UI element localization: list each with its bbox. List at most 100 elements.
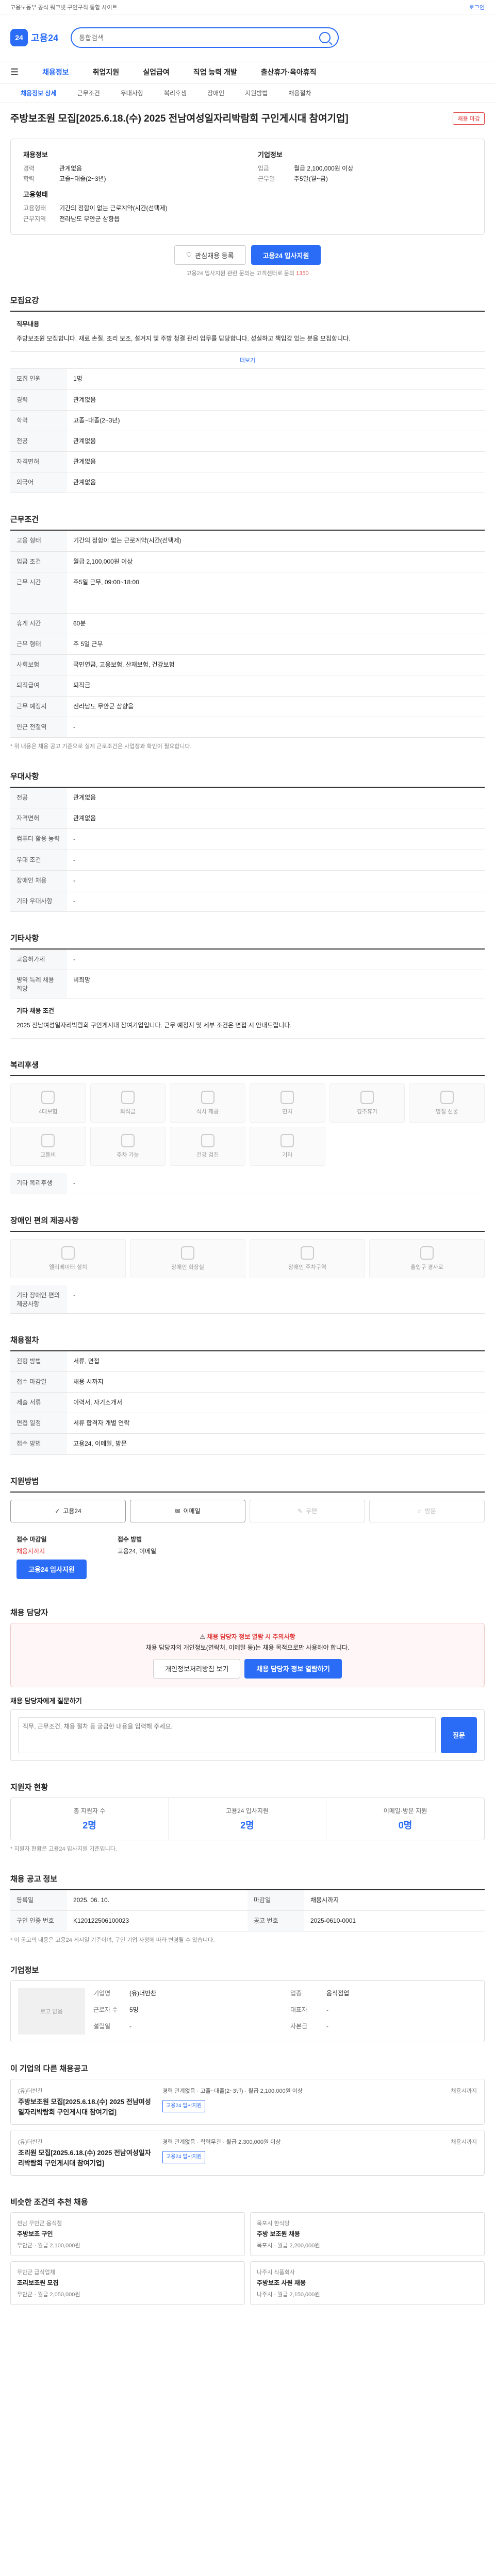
lnb-item-apply[interactable]: 지원방법 [245,89,268,97]
search-icon[interactable] [319,32,331,43]
warning-icon: ⚠ [200,1633,206,1640]
more-link[interactable]: 더보기 [10,352,485,369]
summary-left-title: 채용정보 [23,150,48,159]
job-description: 직무내용 주방보조원 모집합니다. 재료 손질, 조리 보조, 설거지 및 주방… [10,312,485,352]
recommend-card[interactable]: 전남 무안군 음식점 주방보조 구인 무안군 · 월급 2,100,000원 [10,2212,245,2257]
section-notice-info: 채용 공고 정보 등록일 2025. 06. 10. 마감일 채용시까지 구인 인증 … [10,1868,485,1944]
other-description: 기타 채용 조건 2025 전남여성일자리박람회 구인게시대 참여기업입니다. … [10,998,485,1039]
section-other: 기타사항 고용허가제 - 병역 특례 채용 희망 비희망 기타 채용 조건 2025… [10,927,485,1039]
section-title: 기타사항 [10,934,39,943]
section-recruit: 모집요강 직무내용 주방보조원 모집합니다. 재료 손질, 조리 보조, 설거지… [10,290,485,494]
logo-mark: 24 [10,29,28,46]
stat-item: 총 지원자 수 2명 [11,1798,169,1840]
recommend-card[interactable]: 무안군 급식업체 조리보조원 모집 무안군 · 월급 2,050,000원 [10,2261,245,2306]
info-row: 전형 방법 서류, 면접 [10,1351,485,1372]
company-row: 업종 음식점업 [290,1990,350,1997]
section-title: 기업정보 [10,1966,39,1975]
login-link[interactable]: 로그인 [469,3,485,11]
site-logo[interactable]: 24 고용24 [10,29,58,46]
section-company: 기업정보 로고 없음 기업명 (유)더반찬 업종 음식점업 근로자 수 5명 대표자 -… [10,1959,485,2043]
apply-button[interactable]: 고용24 입사지원 [251,245,321,265]
job-card[interactable]: (유)더반찬 주방보조원 모집[2025.6.18.(수) 2025 전남여성일… [10,2079,485,2125]
apply-method-visit: ⌂ 방문 [369,1499,485,1522]
gnb-item-support[interactable]: 취업지원 [93,67,120,77]
apply-method-email[interactable]: ✉ 이메일 [130,1499,245,1522]
lnb-item-disability[interactable]: 장애인 [207,89,224,97]
apply-button-bottom[interactable]: 고용24 입사지원 [16,1559,87,1579]
ramp-icon [420,1246,434,1260]
lnb-item-prefer[interactable]: 우대사항 [121,89,143,97]
privacy-policy-button[interactable]: 개인정보처리방침 보기 [153,1658,241,1679]
search-input[interactable] [79,33,320,42]
welfare-item: 건강 검진 [170,1127,245,1166]
info-row: 구인 인증 번호 K120122506100023 공고 번호 2025-0610-0… [10,1910,485,1932]
section-title: 지원자 현황 [10,1783,48,1792]
info-row: 장애인 채용 - [10,870,485,891]
scrap-button[interactable]: ♡ 관심채용 등록 [174,245,246,265]
mail-icon: ✉ [175,1507,180,1515]
top-notice-text: 고용노동부 공식 워크넷 구인구직 통합 사이트 [10,4,118,11]
apply-detail: 접수 마감일 채용시까지 고용24 입사지원 접수 방법 고용24, 이메일 [10,1530,485,1586]
job-summary: 채용정보 경력 관계없음 학력 고졸~대졸(2~3년) 기업정보 임금 월급 2,10… [10,138,485,235]
summary-row: 근무지역 전라남도 무안군 삼향읍 [23,215,120,223]
info-row: 면접 일정 서류 합격자 개별 연락 [10,1413,485,1434]
parking-icon [301,1246,314,1260]
recommend-card[interactable]: 나주시 식품회사 주방보조 사원 채용 나주시 · 월급 2,150,000원 [250,2261,485,2306]
summary-row: 임금 월급 2,100,000원 이상 [258,164,354,172]
section-title: 채용 공고 정보 [10,1874,58,1884]
info-row: 자격면허 관계없음 [10,808,485,829]
gnb-item-leave[interactable]: 출산휴가·육아휴직 [261,67,317,77]
section-apply: 지원방법 ✓ 고용24 ✉ 이메일 ✎ 우편 ⌂ 방문 접수 마감일 채용시까지 고용2… [10,1470,485,1586]
help-phone-link[interactable]: 1350 [296,270,308,277]
contact-warning: ⚠ 채용 담당자 정보 열람 시 주의사항 채용 담당자의 개인정보(연락처, … [10,1622,485,1687]
info-row: 퇴직급여 퇴직금 [10,675,485,697]
summary-row: 경력 관계없음 [23,164,82,172]
view-contact-button[interactable]: 채용 담당자 정보 열람하기 [244,1658,342,1679]
gnb-item-benefit[interactable]: 실업급여 [143,67,170,77]
info-row: 휴게 시간 60분 [10,613,485,635]
info-row: 기타 우대사항 - [10,891,485,912]
insurance-icon [41,1091,55,1105]
menu-icon[interactable]: ☰ [10,67,19,78]
stat-item: 고용24 입사지원 2명 [169,1798,326,1840]
qa-textarea[interactable] [18,1717,436,1753]
stat-item: 이메일·방문 지원 0명 [383,1807,427,1831]
apply-method-work24[interactable]: ✓ 고용24 [10,1499,126,1522]
gnb-item-jobs[interactable]: 채용정보 [42,67,69,77]
apply-methods: ✓ 고용24 ✉ 이메일 ✎ 우편 ⌂ 방문 [10,1493,485,1530]
section-title: 지원방법 [10,1477,39,1486]
info-row: 기타 복리후생 - [10,1173,485,1194]
info-row: 전공 관계없음 [10,431,485,452]
info-row: 기타 장애인 편의 제공사항 - [10,1285,485,1314]
job-card[interactable]: (유)더반찬 조리원 모집[2025.6.18.(수) 2025 전남여성일자리… [10,2130,485,2176]
bus-icon [41,1134,55,1148]
lnb-item-conditions[interactable]: 근무조건 [77,89,100,97]
job-title: 주방보조원 모집[2025.6.18.(수) 2025 전남여성일자리박람회 구… [10,113,349,124]
lnb-item-detail[interactable]: 채용정보 상세 [21,89,57,97]
work-note: * 위 내용은 채용 공고 기준으로 실제 근로조건은 사업장과 확인이 필요합… [10,743,192,750]
section-disability: 장애인 편의 제공사항 엘리베이터 설치 장애인 화장실 장애인 주차구역 출입… [10,1210,485,1314]
info-row: 근무 시간 주5일 근무, 09:00~18:00 [10,572,485,614]
info-row: 외국어 관계없음 [10,472,485,494]
recommend-card[interactable]: 목포시 한식당 주방 보조원 채용 목포시 · 월급 2,200,000원 [250,2212,485,2257]
company-row: 기업명 (유)더반찬 [93,1990,157,1997]
section-title: 근무조건 [10,515,39,524]
check-icon: ✓ [55,1507,60,1515]
lnb-item-welfare[interactable]: 복리후생 [164,89,187,97]
apply-method-post: ✎ 우편 [250,1499,365,1522]
welfare-item: 연차 [250,1083,325,1123]
disability-item: 출입구 경사로 [369,1239,485,1278]
welfare-item: 경조휴가 [329,1083,405,1123]
section-title: 비슷한 조건의 추천 채용 [10,2198,88,2207]
info-row: 컴퓨터 활용 능력 - [10,829,485,850]
heart-icon: ♡ [186,251,192,259]
gnb-item-training[interactable]: 직업 능력 개발 [193,67,237,77]
info-row: 사회보험 국민연금, 고용보험, 산재보험, 건강보험 [10,655,485,676]
section-prefer: 우대사항 전공 관계없음 자격면허 관계없음 컴퓨터 활용 능력 - 우대 조건 - 장… [10,766,485,912]
post-icon: ✎ [297,1507,303,1515]
company-row: 자본금 - [290,2023,328,2030]
section-stats: 지원자 현황 총 지원자 수 2명 고용24 입사지원 2명 이메일·방문 지원 0명… [10,1776,485,1853]
lnb-item-process[interactable]: 채용절차 [288,89,311,97]
qa-submit-button[interactable]: 질문 [441,1717,477,1753]
info-row: 고용 형태 기간의 정함이 없는 근로계약(시간(선택제) [10,531,485,552]
